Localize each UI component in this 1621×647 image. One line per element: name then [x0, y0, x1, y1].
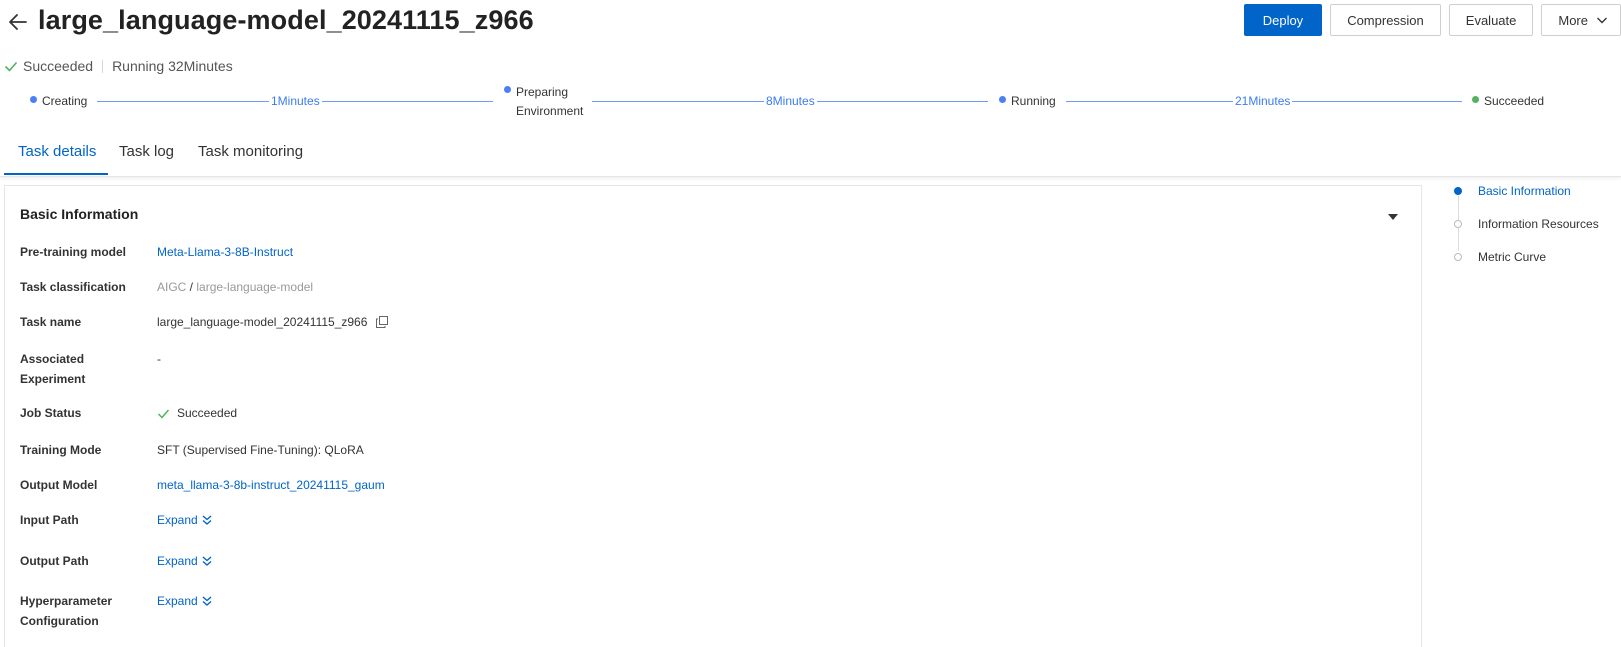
page-title: large_language-model_20241115_z966	[38, 5, 534, 35]
evaluate-button[interactable]: Evaluate	[1448, 4, 1534, 36]
output-model-label: Output Model	[20, 478, 98, 492]
input-path-expand[interactable]: Expand	[157, 510, 213, 530]
section-title: Basic Information	[20, 206, 139, 222]
task-name-text: large_language-model_20241115_z966	[157, 315, 368, 329]
step-dot-running	[999, 96, 1006, 103]
step-dot-succeeded	[1472, 96, 1479, 103]
double-chevron-down-icon	[202, 596, 212, 606]
step-preparing-line1: Preparing	[516, 85, 569, 99]
hyperparameter-expand[interactable]: Expand	[157, 591, 213, 611]
anchor-item-basic-information[interactable]: Basic Information	[1454, 184, 1571, 198]
step-duration-2: 8Minutes	[764, 94, 817, 108]
double-chevron-down-icon	[202, 515, 212, 525]
step-succeeded: Succeeded	[1484, 94, 1545, 108]
tab-bar: Task details Task log Task monitoring	[0, 133, 1621, 177]
step-running: Running	[1011, 94, 1056, 108]
active-tab-indicator	[4, 173, 108, 175]
caret-down-icon[interactable]	[1387, 213, 1399, 221]
anchor-dot	[1454, 220, 1462, 228]
status-summary: Succeeded Running 32Minutes	[4, 58, 233, 74]
pretraining-model-value: Meta-Llama-3-8B-Instruct	[157, 242, 293, 262]
task-detail-page: large_language-model_20241115_z966 Deplo…	[0, 0, 1621, 647]
anchor-item-information-resources[interactable]: Information Resources	[1454, 217, 1599, 231]
task-classification-label: Task classification	[20, 280, 126, 294]
status-text: Succeeded	[23, 58, 94, 74]
anchor-dot	[1454, 187, 1462, 195]
anchor-label: Basic Information	[1478, 184, 1571, 198]
more-button[interactable]: More	[1541, 4, 1621, 36]
task-name-value: large_language-model_20241115_z966	[157, 312, 389, 332]
running-duration: Running 32Minutes	[112, 58, 233, 74]
output-model-link[interactable]: meta_llama-3-8b-instruct_20241115_gaum	[157, 475, 385, 495]
hyperparameter-label-line1: Hyperparameter	[20, 594, 113, 608]
classification-part-1: AIGC	[157, 280, 187, 294]
check-icon	[157, 409, 170, 419]
associated-experiment-value: -	[157, 352, 161, 366]
output-path-expand-label: Expand	[157, 554, 198, 568]
output-path-expand[interactable]: Expand	[157, 551, 213, 571]
hyperparameter-expand-label: Expand	[157, 594, 198, 608]
anchor-dot	[1454, 253, 1462, 261]
step-preparing-line2: Environment	[516, 104, 584, 118]
tab-task-monitoring[interactable]: Task monitoring	[198, 143, 303, 160]
progress-steps: Creating 1Minutes Preparing Environment …	[0, 84, 1621, 124]
tab-task-details[interactable]: Task details	[18, 143, 96, 160]
pretraining-model-link[interactable]: Meta-Llama-3-8B-Instruct	[157, 242, 293, 262]
basic-information-card: Basic Information Pre-training model Met…	[4, 185, 1422, 647]
double-chevron-down-icon	[202, 556, 212, 566]
input-path-label: Input Path	[20, 513, 79, 527]
copy-icon[interactable]	[376, 316, 389, 328]
more-button-label: More	[1558, 12, 1588, 28]
job-status-text: Succeeded	[177, 406, 238, 420]
page-header: large_language-model_20241115_z966 Deplo…	[0, 0, 1621, 48]
anchor-label: Information Resources	[1478, 217, 1599, 231]
header-actions: Deploy Compression Evaluate More	[1243, 4, 1621, 36]
training-mode-value: SFT (Supervised Fine-Tuning): QLoRA	[157, 443, 364, 457]
input-path-expand-label: Expand	[157, 513, 198, 527]
output-model-value: meta_llama-3-8b-instruct_20241115_gaum	[157, 475, 385, 495]
compression-button[interactable]: Compression	[1330, 4, 1441, 36]
status-divider	[102, 59, 104, 73]
pretraining-model-label: Pre-training model	[20, 245, 127, 259]
output-path-label: Output Path	[20, 554, 89, 568]
hyperparameter-label-line2: Configuration	[20, 614, 99, 628]
chevron-down-icon	[1597, 17, 1607, 24]
step-dot-creating	[30, 96, 37, 103]
deploy-button[interactable]: Deploy	[1243, 4, 1323, 36]
step-duration-3: 21Minutes	[1233, 94, 1293, 108]
job-status-label: Job Status	[20, 406, 82, 420]
tab-task-log[interactable]: Task log	[119, 143, 174, 160]
classification-separator: /	[186, 280, 197, 294]
step-dot-preparing	[504, 86, 511, 93]
classification-part-2: large-language-model	[196, 280, 314, 294]
anchor-label: Metric Curve	[1478, 250, 1547, 264]
task-name-label: Task name	[20, 315, 82, 329]
anchor-item-metric-curve[interactable]: Metric Curve	[1454, 250, 1546, 264]
arrow-left-icon[interactable]	[6, 10, 30, 34]
associated-experiment-label-line1: Associated	[20, 352, 85, 366]
associated-experiment-label-line2: Experiment	[20, 372, 86, 386]
job-status-value: Succeeded	[157, 403, 237, 423]
training-mode-label: Training Mode	[20, 443, 102, 457]
step-creating: Creating	[42, 94, 88, 108]
check-icon	[4, 61, 18, 72]
step-duration-1: 1Minutes	[269, 94, 322, 108]
task-classification-value: AIGC / large-language-model	[157, 277, 313, 297]
